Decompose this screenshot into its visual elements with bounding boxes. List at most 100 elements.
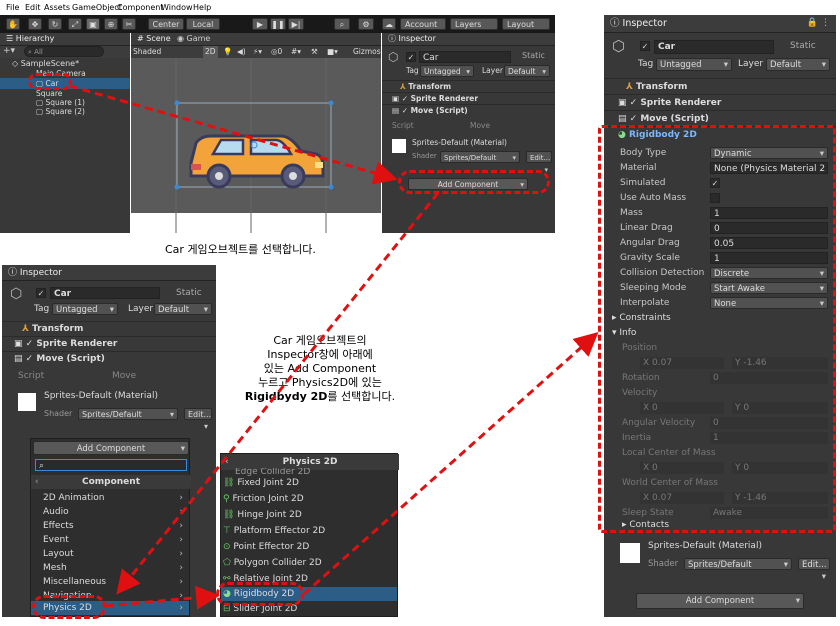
menu-component[interactable]: Component <box>117 0 163 15</box>
component-move-script[interactable]: ▤ ✓ Move (Script) <box>2 351 216 366</box>
menu-item-polygon-collider[interactable]: ⬠ Polygon Collider 2D <box>221 556 397 570</box>
edit-shader-button[interactable]: Edit... <box>184 408 212 433</box>
layer-dropdown[interactable]: Default <box>504 65 550 78</box>
menu-item-layout[interactable]: Layout › <box>31 547 189 561</box>
menu-item-edge-collider[interactable]: Edge Collider 2D <box>221 468 397 476</box>
hierarchy-search-input[interactable]: ⌕ All <box>24 46 104 57</box>
audio-icon[interactable]: ◀) <box>237 46 246 58</box>
search-icon[interactable]: ⌕ <box>334 18 350 30</box>
shader-dropdown[interactable]: Sprites/Default <box>78 408 178 421</box>
shader-dropdown[interactable]: Sprites/Default <box>684 558 792 571</box>
object-name-field[interactable]: Car <box>419 51 511 63</box>
rect-tool-button[interactable]: ▣ <box>86 18 100 30</box>
layers-dropdown[interactable]: Layers <box>450 18 498 30</box>
menu-item-2d-animation[interactable]: 2D Animation › <box>31 491 189 505</box>
lock-icon[interactable]: 🔒 <box>807 18 818 28</box>
lighting-icon[interactable]: 💡 <box>223 46 232 58</box>
tab-inspector[interactable]: ⓘ Inspector <box>604 18 673 30</box>
pivot-center-button[interactable]: Center <box>148 18 184 30</box>
menu-file[interactable]: File <box>6 0 19 15</box>
menu-item-miscellaneous[interactable]: Miscellaneous › <box>31 575 189 589</box>
tab-scene[interactable]: # Scene <box>131 33 177 45</box>
component-label: Sprite Renderer <box>36 339 118 349</box>
2d-toggle[interactable]: 2D <box>203 46 218 58</box>
play-button[interactable]: ▶ <box>252 18 268 30</box>
grid-icon[interactable]: #▾ <box>291 46 301 58</box>
more-icon[interactable]: ⋮ <box>821 18 830 28</box>
menu-item-platform-effector[interactable]: ⊤ Platform Effector 2D <box>221 524 397 538</box>
menu-window[interactable]: Window <box>161 0 193 15</box>
back-icon[interactable]: ‹ <box>35 475 39 489</box>
menu-item-effects[interactable]: Effects › <box>31 519 189 533</box>
shading-dropdown[interactable]: Shaded <box>133 46 161 58</box>
layer-dropdown[interactable]: Default <box>766 58 830 71</box>
tag-dropdown[interactable]: Untagged <box>656 58 732 71</box>
hierarchy-item[interactable]: ▢ Square (2) <box>0 107 130 117</box>
tab-inspector[interactable]: ⓘ Inspector <box>2 267 68 279</box>
component-transform[interactable]: ⅄ Transform <box>604 78 836 94</box>
menu-item-hinge-joint[interactable]: ⛓ Hinge Joint 2D <box>221 508 397 522</box>
edit-shader-button[interactable]: Edit... <box>798 558 830 583</box>
menu-gameobject[interactable]: GameObject <box>72 0 122 15</box>
component-transform[interactable]: ⅄ Transform <box>382 80 555 92</box>
tab-inspector[interactable]: ⓘ Inspector <box>382 33 442 45</box>
scene-canvas[interactable] <box>131 58 381 233</box>
layer-dropdown[interactable]: Default <box>154 303 212 316</box>
component-transform[interactable]: ⅄ Transform <box>2 321 216 336</box>
pivot-local-button[interactable]: Local <box>186 18 220 30</box>
tag-dropdown[interactable]: Untagged <box>420 65 474 78</box>
menu-item-label: Hinge Joint 2D <box>237 510 302 520</box>
menu-item-point-effector[interactable]: ⊙ Point Effector 2D <box>221 540 397 554</box>
scale-tool-button[interactable]: ⤢ <box>68 18 82 30</box>
component-sprite-renderer[interactable]: ▣ ✓ Sprite Renderer <box>604 94 836 110</box>
active-checkbox[interactable]: ✓ <box>406 52 416 62</box>
tools-icon[interactable]: ⚒ <box>311 46 318 58</box>
step-button[interactable]: ▶| <box>288 18 304 30</box>
component-move-script[interactable]: ▤ ✓ Move (Script) <box>382 104 555 116</box>
hidden-icon[interactable]: ◎0 <box>271 46 282 58</box>
camera-icon[interactable]: ■▾ <box>327 46 338 58</box>
add-component-button[interactable]: Add Component <box>636 593 804 609</box>
menu-item-friction-joint[interactable]: ⚲ Friction Joint 2D <box>221 492 397 506</box>
layout-dropdown[interactable]: Layout <box>502 18 550 30</box>
object-name-field[interactable]: Car <box>654 40 774 54</box>
hierarchy-search-text: All <box>34 48 43 56</box>
rotate-tool-button[interactable]: ↻ <box>48 18 62 30</box>
custom-tool-button[interactable]: ✂ <box>122 18 136 30</box>
menu-help[interactable]: Help <box>193 0 211 15</box>
services-icon[interactable]: ⚙ <box>358 18 374 30</box>
edit-shader-button[interactable]: Edit... <box>526 151 552 176</box>
tag-dropdown[interactable]: Untagged <box>52 303 118 316</box>
add-icon[interactable]: +▾ <box>3 46 15 56</box>
menu-item-fixed-joint[interactable]: ⛓ Fixed Joint 2D <box>221 476 397 490</box>
menu-item-audio[interactable]: Audio › <box>31 505 189 519</box>
cloud-icon[interactable]: ☁ <box>382 18 396 30</box>
static-label: Static <box>790 41 816 51</box>
pause-button[interactable]: ❚❚ <box>270 18 286 30</box>
component-label: Move (Script) <box>36 354 105 364</box>
menu-item-label: 2D Animation <box>43 493 105 503</box>
menu-item-event[interactable]: Event › <box>31 533 189 547</box>
shader-dropdown[interactable]: Sprites/Default <box>440 151 520 164</box>
tab-hierarchy[interactable]: ☰ Hierarchy <box>0 33 61 45</box>
active-checkbox[interactable]: ✓ <box>36 288 46 298</box>
menu-edit[interactable]: Edit <box>25 0 41 15</box>
menu-assets[interactable]: Assets <box>44 0 70 15</box>
menu-item-mesh[interactable]: Mesh › <box>31 561 189 575</box>
account-dropdown[interactable]: Account <box>400 18 446 30</box>
transform-tool-button[interactable]: ⊕ <box>104 18 118 30</box>
gizmos-dropdown[interactable]: Gizmos <box>353 46 381 58</box>
tab-game[interactable]: ◉ Game <box>171 33 216 45</box>
component-sprite-renderer[interactable]: ▣ ✓ Sprite Renderer <box>2 336 216 351</box>
material-preview <box>392 139 406 153</box>
scene-row[interactable]: ◇ SampleScene* <box>0 58 130 69</box>
move-tool-button[interactable]: ✥ <box>28 18 42 30</box>
component-sprite-renderer[interactable]: ▣ ✓ Sprite Renderer <box>382 92 555 104</box>
add-component-button[interactable]: Add Component <box>33 441 189 456</box>
component-search-input[interactable]: ⌕ <box>35 459 187 471</box>
object-name-field[interactable]: Car <box>50 287 160 299</box>
effects-icon[interactable]: ⚡▾ <box>253 46 262 58</box>
component-move-script[interactable]: ▤ ✓ Move (Script) <box>604 110 836 126</box>
active-checkbox[interactable]: ✓ <box>640 41 650 51</box>
hand-tool-button[interactable]: ✋ <box>6 18 20 30</box>
